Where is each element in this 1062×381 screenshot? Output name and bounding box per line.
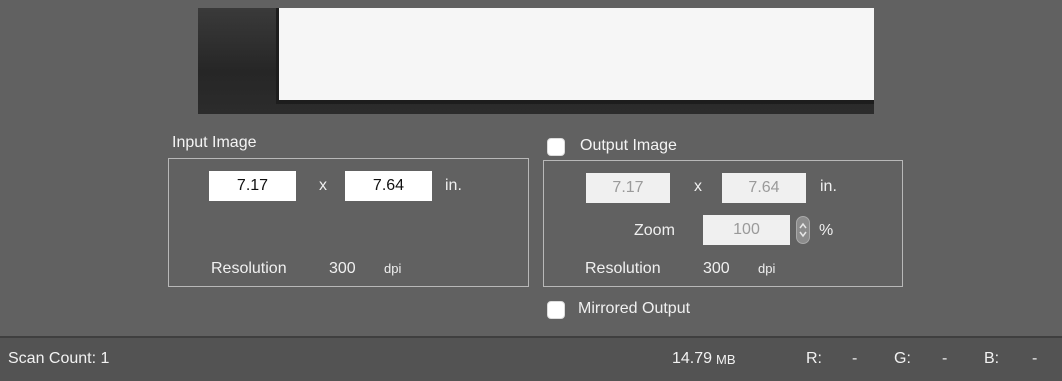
input-resolution-label: Resolution	[211, 260, 287, 277]
output-unit-label: in.	[820, 178, 837, 195]
status-bar: Scan Count: 1 14.79 MB R: - G: - B: -	[0, 336, 1062, 381]
zoom-field[interactable]	[703, 215, 790, 245]
stepper-up-icon	[799, 222, 807, 229]
green-label: G:	[894, 350, 911, 367]
input-height-field[interactable]	[345, 171, 432, 201]
output-resolution-unit: dpi	[758, 261, 776, 276]
input-unit-label: in.	[445, 177, 462, 194]
input-image-title: Input Image	[172, 134, 257, 151]
output-image-title: Output Image	[580, 137, 677, 154]
output-height-field[interactable]	[722, 173, 806, 203]
zoom-stepper[interactable]	[796, 216, 810, 244]
file-size-value: 14.79	[672, 350, 713, 367]
red-label: R:	[806, 350, 822, 367]
output-image-group: x in. Zoom % Resolution 300 dpi	[543, 160, 903, 287]
blue-value: -	[1032, 350, 1038, 367]
output-width-field[interactable]	[586, 173, 670, 203]
output-image-checkbox[interactable]	[547, 138, 565, 156]
input-image-group: x in. Resolution 300 dpi	[168, 158, 529, 287]
output-resolution-label: Resolution	[585, 260, 661, 277]
green-value: -	[942, 350, 948, 367]
scan-preview[interactable]	[198, 8, 874, 114]
mirrored-output-checkbox[interactable]	[547, 301, 565, 319]
blue-label: B:	[984, 350, 1000, 367]
scanned-page	[276, 8, 874, 104]
zoom-unit-label: %	[819, 222, 834, 239]
input-resolution-unit: dpi	[384, 261, 402, 276]
mirrored-output-label: Mirrored Output	[578, 300, 691, 317]
zoom-label: Zoom	[634, 222, 675, 239]
file-size-unit: MB	[716, 352, 736, 367]
output-times-label: x	[694, 178, 702, 195]
stepper-down-icon	[799, 231, 807, 238]
output-resolution-value: 300	[703, 260, 730, 277]
input-width-field[interactable]	[209, 171, 296, 201]
scan-count: Scan Count: 1	[8, 350, 110, 367]
red-value: -	[852, 350, 858, 367]
input-times-label: x	[319, 177, 327, 194]
input-resolution-value: 300	[329, 260, 356, 277]
